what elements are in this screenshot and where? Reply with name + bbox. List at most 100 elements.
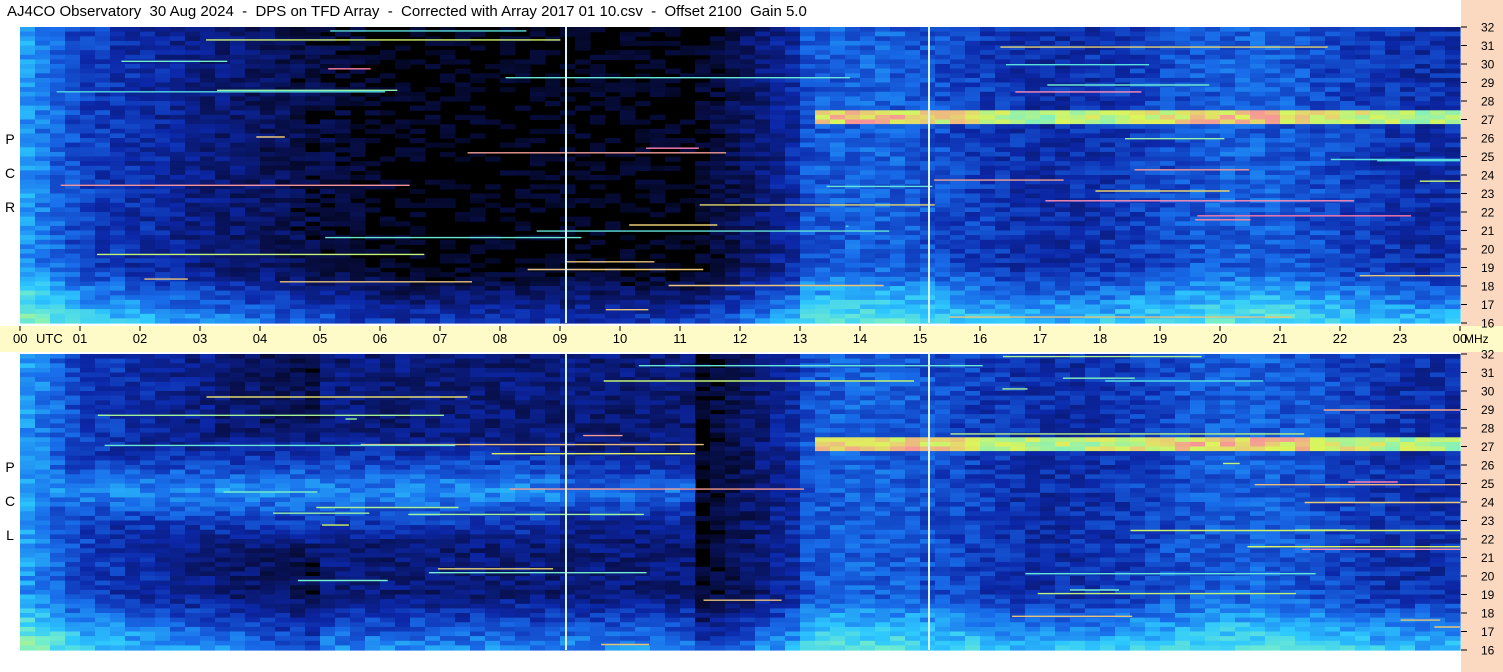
spectrogram-cell [1040,45,1056,51]
spectrogram-cell [80,235,96,241]
spectrogram-cell [1250,225,1266,232]
spectrogram-cell [1310,235,1326,241]
spectrogram-cell [845,138,861,144]
spectrogram-cell [1190,235,1206,241]
spectrogram-cell [1190,276,1206,282]
spectrogram-cell [185,151,201,158]
spectrogram-cell [1340,258,1356,264]
spectrogram-cell [1325,239,1341,245]
spectrogram-cell [1385,50,1401,56]
spectrogram-cell [1130,295,1146,301]
spectrogram-cell [470,249,486,255]
spectrogram-cell [200,27,216,33]
spectrogram-cell [1370,286,1386,292]
spectrogram-cell [215,142,231,148]
spectrogram-cell [155,193,171,199]
spectrogram-cell [1055,244,1071,250]
spectrogram-cell [920,281,936,287]
spectrogram-cell [50,128,66,134]
spectrogram-cell [155,207,171,213]
spectrogram-cell [1265,179,1281,185]
spectrogram-cell [875,161,891,167]
spectrogram-cell [830,239,846,245]
spectrogram-cell [1265,96,1281,102]
spectrogram-cell [560,64,576,70]
spectrogram-cell [740,40,756,47]
spectrogram-cell [1340,110,1356,116]
spectrogram-cell [1115,281,1131,287]
spectrogram-cell [1130,170,1146,176]
spectrogram-cell [335,258,351,264]
spectrogram-cell [1055,258,1071,264]
spectrogram-cell [620,313,636,319]
spectrogram-cell [1385,77,1401,84]
spectrogram-cell [1355,101,1371,107]
spectrogram-cell [800,249,816,255]
spectrogram-cell [1025,244,1041,250]
spectrogram-cell [1175,175,1191,181]
spectrogram-cell [260,299,276,306]
spectrogram-cell [200,309,216,315]
spectrogram-cell [1265,82,1281,88]
spectrogram-cell [245,96,261,102]
spectrogram-cell [290,114,306,121]
spectrogram-cell [965,299,981,306]
spectrogram-cell [845,304,861,310]
spectrogram-cell [1115,216,1131,222]
spectrogram-cell [230,198,246,204]
spectrogram-cell [1160,193,1176,199]
spectrogram-cell [1340,151,1356,158]
spectrogram-cell [770,40,786,47]
spectrogram-cell [950,290,966,296]
spectrogram-cell [770,119,786,125]
spectrogram-cell [1310,295,1326,301]
spectrogram-cell [245,309,261,315]
spectrogram-cell [470,244,486,250]
spectrogram-cell [1295,262,1311,269]
spectrogram-cell [1295,281,1311,287]
spectrogram-cell [800,101,816,107]
spectrogram-cell [215,54,231,60]
spectrogram-cell [785,156,801,162]
spectrogram-cell [50,91,66,97]
spectrogram-cell [305,77,321,84]
spectrogram-cell [860,253,876,259]
spectrogram-cell [1235,161,1251,167]
spectrogram-cell [1295,249,1311,255]
spectrogram-cell [320,299,336,306]
spectrogram-cell [830,133,846,139]
spectrogram-cell [1340,207,1356,213]
spectrogram-cell [245,142,261,148]
spectrogram-cell [1145,239,1161,245]
spectrogram-cell [1205,77,1221,84]
spectrogram-cell [290,295,306,301]
spectrogram-cell [230,119,246,125]
spectrogram-cell [125,281,141,287]
spectrogram-cell [200,119,216,125]
spectrogram-cell [635,184,651,190]
spectrogram-cell [140,249,156,255]
spectrogram-cell [185,313,201,319]
spectrogram-cell [1325,119,1341,125]
spectrogram-cell [1130,27,1146,33]
spectrogram-cell [1145,262,1161,269]
spectrogram-cell [905,68,921,74]
spectrogram-cell [185,225,201,232]
spectrogram-cell [800,221,816,227]
spectrogram-cell [1175,262,1191,269]
spectrogram-cell [1190,230,1206,236]
spectrogram-cell [275,207,291,213]
spectrogram-cell [1010,77,1026,84]
spectrogram-cell [800,114,816,121]
spectrogram-cell [185,235,201,241]
spectrogram-cell [1025,318,1041,324]
spectrogram-cell [1040,165,1056,171]
spectrogram-cell [290,244,306,250]
spectrogram-cell [1205,73,1221,79]
spectrogram-cell [1310,119,1326,125]
spectrogram-cell [215,193,231,199]
spectrogram-cell [1355,96,1371,102]
spectrogram-cell [1025,304,1041,310]
spectrogram-cell [1085,36,1101,42]
spectrogram-cell [320,309,336,315]
